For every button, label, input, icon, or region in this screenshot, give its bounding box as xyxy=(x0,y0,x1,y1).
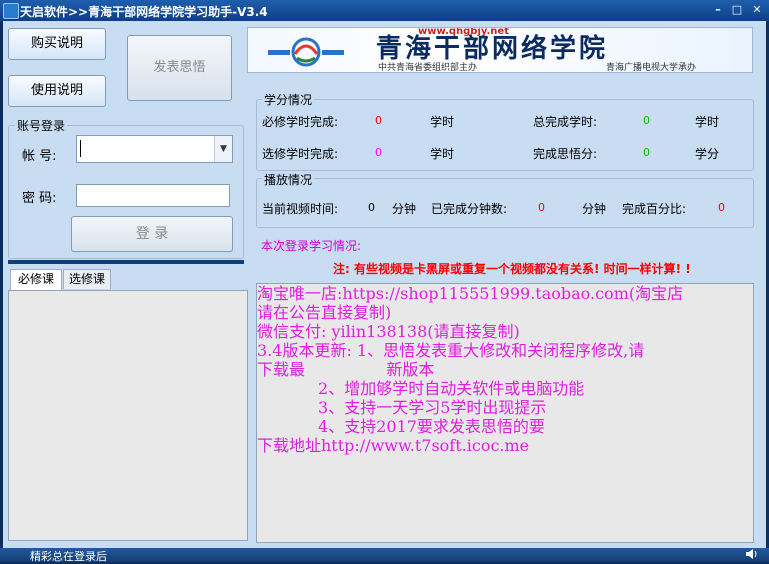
total-hours-label: 总完成学时: xyxy=(533,115,598,129)
buy-instructions-button[interactable]: 购买说明 xyxy=(8,28,106,60)
completion-percent-label: 完成百分比: xyxy=(622,202,687,216)
required-hours-unit: 学时 xyxy=(430,115,455,129)
username-combobox[interactable]: ▼ xyxy=(76,135,233,163)
insight-score-value: 0 xyxy=(643,146,650,159)
tab-elective-courses[interactable]: 选修课 xyxy=(63,269,111,289)
window-title: 天启软件>>青海干部网络学院学习助手-V3.4 xyxy=(20,5,268,19)
speaker-icon[interactable] xyxy=(744,547,758,561)
required-hours-label: 必修学时完成: xyxy=(262,115,339,129)
elective-hours-label: 选修学时完成: xyxy=(262,147,339,161)
close-button[interactable]: ✕ xyxy=(749,3,765,17)
maximize-button[interactable]: □ xyxy=(729,3,745,17)
notice-line: 3、支持一天学习5学时出现提示 xyxy=(257,398,547,417)
completed-minutes-unit: 分钟 xyxy=(582,202,607,216)
login-button[interactable]: 登 录 xyxy=(71,216,233,252)
total-hours-value: 0 xyxy=(643,114,650,127)
text-cursor xyxy=(80,140,81,157)
banner-title: 青海干部网络学院 xyxy=(376,34,609,64)
password-label: 密 码: xyxy=(22,191,57,206)
tab-required-courses[interactable]: 必修课 xyxy=(10,269,62,290)
notice-textarea[interactable]: 淘宝唯一店:https://shop115551999.taobao.com(淘… xyxy=(256,283,754,543)
course-tabs: 必修课 选修课 xyxy=(8,269,248,291)
notice-line: 淘宝唯一店:https://shop115551999.taobao.com(淘… xyxy=(257,284,684,303)
session-title: 本次登录学习情况: xyxy=(261,239,362,253)
completed-minutes-value: 0 xyxy=(538,201,545,214)
minimize-button[interactable]: – xyxy=(710,3,726,17)
notice-line: 3.4版本更新: 1、思悟发表重大修改和关闭程序修改,请 xyxy=(257,341,645,360)
notice-line: 4、支持2017要求发表思悟的要 xyxy=(257,417,545,436)
notice-line: 2、增加够学时自动关软件或电脑功能 xyxy=(257,379,585,398)
notice-line: 微信支付: yilin138138(请直接复制) xyxy=(257,322,520,341)
site-banner: www.qhgbjy.net 青海干部网络学院 中共青海省委组织部主办 青海广播… xyxy=(247,27,753,73)
username-label: 帐 号: xyxy=(22,149,57,164)
notice-line: 请在公告直接复制) xyxy=(257,303,392,322)
completion-percent-value: 0 xyxy=(718,201,725,214)
total-hours-unit: 学时 xyxy=(695,115,720,129)
study-group-title: 学分情况 xyxy=(262,91,315,108)
notice-line: 下载地址http://www.t7soft.icoc.me xyxy=(257,436,530,455)
password-field[interactable] xyxy=(76,184,230,207)
elective-hours-value: 0 xyxy=(375,146,382,159)
post-insight-button[interactable]: 发表思悟 xyxy=(127,35,232,101)
banner-org-left: 中共青海省委组织部主办 xyxy=(378,63,478,73)
warning-note: 注: 有些视频是卡黑屏或重复一个视频都没有关系! 时间一样计算! ! xyxy=(333,262,691,276)
banner-org-right: 青海广播电视大学承办 xyxy=(606,63,697,73)
playback-group-title: 播放情况 xyxy=(262,171,315,188)
course-list-panel[interactable] xyxy=(8,290,248,541)
required-hours-value: 0 xyxy=(375,114,382,127)
notice-line: 下载最 新版本 xyxy=(257,360,435,379)
chevron-down-icon[interactable]: ▼ xyxy=(214,136,232,162)
main-client: 购买说明 使用说明 发表思悟 www.qhgbjy.net 青海干部网络学院 中… xyxy=(3,21,766,548)
usage-instructions-button[interactable]: 使用说明 xyxy=(8,75,106,107)
title-bar: 天启软件>>青海干部网络学院学习助手-V3.4 – □ ✕ xyxy=(0,0,769,21)
account-group-title: 账号登录 xyxy=(15,117,68,134)
progress-bar xyxy=(8,260,244,264)
completed-minutes-label: 已完成分钟数: xyxy=(431,202,508,216)
status-bar: 精彩总在登录后 xyxy=(0,547,769,563)
app-icon xyxy=(3,3,19,19)
insight-score-unit: 学分 xyxy=(695,147,720,161)
elective-hours-unit: 学时 xyxy=(430,147,455,161)
current-video-time-value: 0 xyxy=(368,201,375,214)
current-video-time-label: 当前视频时间: xyxy=(262,202,339,216)
insight-score-label: 完成思悟分: xyxy=(533,147,598,161)
current-video-time-unit: 分钟 xyxy=(392,202,417,216)
